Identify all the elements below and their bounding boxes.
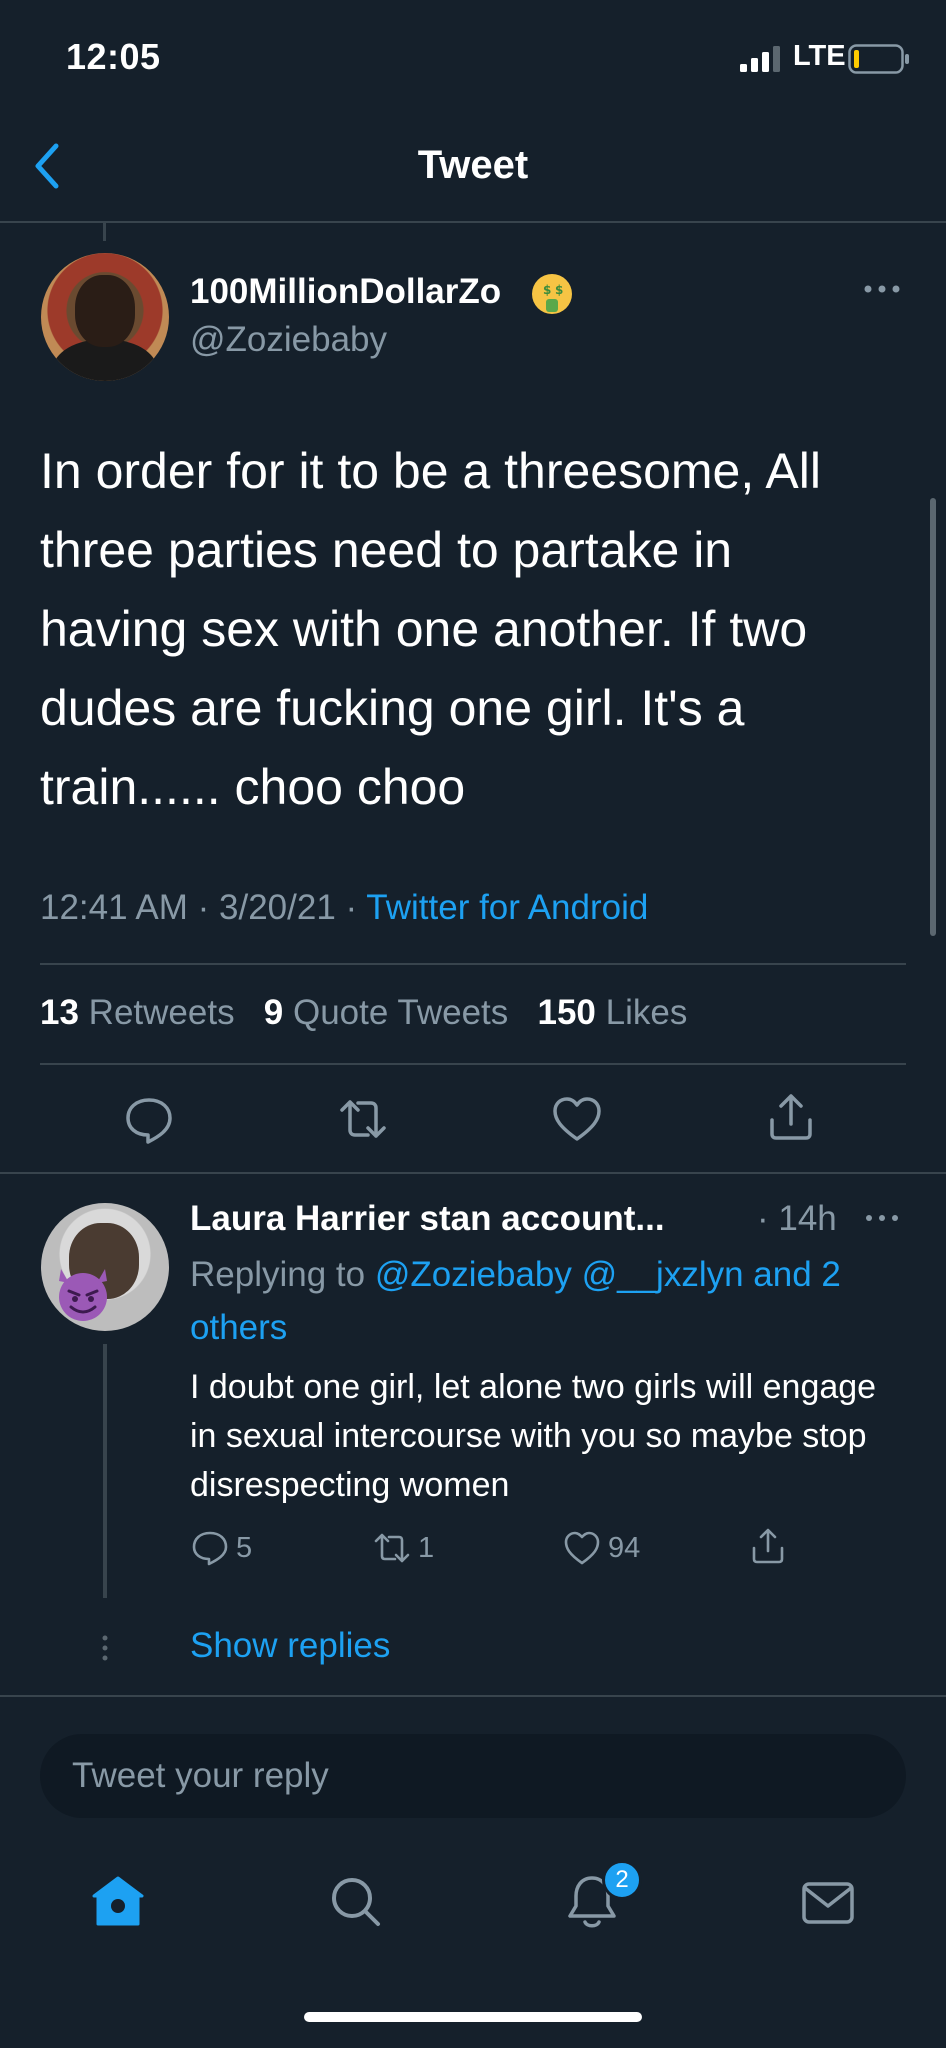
author-avatar[interactable] <box>41 253 169 381</box>
share-icon[interactable] <box>764 1090 818 1144</box>
reply-share-button[interactable] <box>748 1526 788 1566</box>
notification-badge: 2 <box>602 1860 642 1900</box>
page-title: Tweet <box>417 143 529 187</box>
reply-input[interactable] <box>40 1734 906 1818</box>
divider <box>40 963 906 965</box>
author-handle[interactable]: @Zoziebaby <box>190 320 387 360</box>
divider <box>0 1172 946 1174</box>
thread-connector-line <box>103 1344 107 1598</box>
tweet-meta: 12:41 AM · 3/20/21 · Twitter for Android <box>40 888 648 928</box>
reply-icon <box>192 1531 228 1566</box>
home-indicator[interactable] <box>304 2012 642 2022</box>
money-mouth-emoji-icon: $ $ <box>532 274 572 314</box>
tweet-source-link[interactable]: Twitter for Android <box>366 888 648 927</box>
network-type: LTE <box>793 40 846 72</box>
tweet-text: In order for it to be a threesome, All t… <box>40 443 821 815</box>
retweet-count: 1 <box>418 1531 435 1564</box>
retweets-label: Retweets <box>88 993 235 1032</box>
tweet-stats: 13 Retweets 9 Quote Tweets 150 Likes <box>40 993 687 1033</box>
divider <box>0 1695 946 1697</box>
reply-reply-button[interactable]: 5 <box>190 1528 252 1568</box>
likes-label: Likes <box>605 993 688 1032</box>
mail-icon[interactable] <box>798 1874 858 1934</box>
svg-text:$: $ <box>555 283 563 297</box>
share-icon <box>752 1528 784 1564</box>
more-options-icon[interactable] <box>864 1212 900 1224</box>
reply-count: 5 <box>236 1531 253 1564</box>
thread-connector-line <box>103 223 106 241</box>
header-divider <box>0 221 946 223</box>
show-replies-link[interactable]: Show replies <box>190 1626 390 1666</box>
retweet-icon <box>374 1533 410 1563</box>
meta-separator: · <box>345 888 367 927</box>
reply-author-avatar[interactable] <box>41 1203 169 1331</box>
more-options-icon[interactable] <box>862 282 902 296</box>
reply-author-name[interactable]: Laura Harrier stan account... <box>190 1199 665 1239</box>
meta-separator: · <box>197 888 220 927</box>
home-icon[interactable] <box>88 1872 148 1932</box>
retweet-icon[interactable] <box>336 1092 390 1146</box>
likes-count: 150 <box>537 993 596 1032</box>
reply-text: I doubt one girl, let alone two girls wi… <box>190 1368 877 1504</box>
replying-prefix: Replying to <box>190 1255 366 1294</box>
reply-time: · 14h <box>757 1199 837 1238</box>
quotes-count: 9 <box>263 993 284 1032</box>
quotes-stat[interactable]: 9 Quote Tweets <box>264 993 509 1032</box>
retweets-stat[interactable]: 13 Retweets <box>40 993 235 1032</box>
reply-like-button[interactable]: 94 <box>562 1528 640 1568</box>
retweets-count: 13 <box>40 993 79 1032</box>
like-count: 94 <box>608 1531 641 1564</box>
likes-stat[interactable]: 150 Likes <box>537 993 687 1032</box>
reply-composer[interactable] <box>40 1734 906 1818</box>
reply-retweet-button[interactable]: 1 <box>372 1528 434 1568</box>
heart-icon <box>564 1531 600 1565</box>
heart-icon[interactable] <box>550 1092 604 1146</box>
status-time: 12:05 <box>66 36 161 77</box>
reply-icon[interactable] <box>122 1092 176 1146</box>
scrollbar[interactable] <box>930 498 936 936</box>
search-icon[interactable] <box>326 1872 386 1932</box>
tweet-date: 3/20/21 <box>219 888 336 927</box>
divider <box>40 1063 906 1065</box>
vertical-dots-icon <box>102 1635 108 1661</box>
quotes-label: Quote Tweets <box>292 993 509 1032</box>
svg-text:$: $ <box>543 283 551 297</box>
battery-icon <box>848 44 909 74</box>
author-name[interactable]: 100MillionDollarZo <box>190 272 501 312</box>
signal-icon <box>740 46 780 72</box>
tweet-time: 12:41 AM <box>40 888 188 927</box>
replying-to: Replying to @Zoziebaby @__jxzlyn and 2 o… <box>190 1248 910 1354</box>
